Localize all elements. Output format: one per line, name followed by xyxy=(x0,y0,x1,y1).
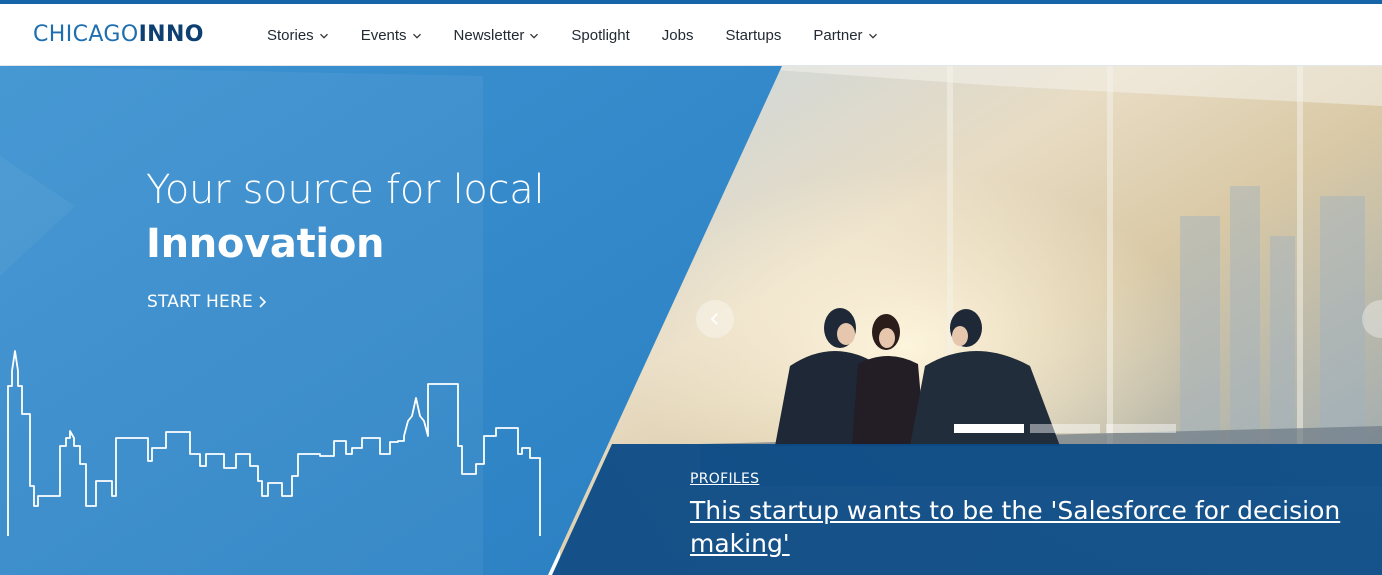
logo-text-chicago: CHICAGO xyxy=(33,22,139,47)
nav-item-startups[interactable]: Startups xyxy=(709,4,797,66)
nav-item-label: Events xyxy=(360,26,407,44)
chevron-down-icon xyxy=(530,33,539,39)
chevron-down-icon xyxy=(319,33,328,39)
site-logo[interactable]: CHICAGOINNO xyxy=(33,23,204,47)
nav-item-partner[interactable]: Partner xyxy=(797,4,893,66)
story-title-link[interactable]: This startup wants to be the 'Salesforce… xyxy=(690,494,1360,560)
carousel-dot-1[interactable] xyxy=(954,424,1024,433)
nav-item-label: Stories xyxy=(267,26,314,44)
carousel-dot-3[interactable] xyxy=(1106,424,1176,433)
hero-carousel: Your source for local Innovation START H… xyxy=(0,66,1382,575)
carousel-indicators xyxy=(954,424,1176,433)
carousel-dot-2[interactable] xyxy=(1030,424,1100,433)
chevron-left-icon xyxy=(710,313,718,325)
nav-item-spotlight[interactable]: Spotlight xyxy=(555,4,645,66)
chicago-skyline-outline xyxy=(7,350,541,536)
nav-item-label: Partner xyxy=(813,26,863,44)
nav-item-newsletter[interactable]: Newsletter xyxy=(438,4,556,66)
chevron-right-icon xyxy=(259,296,267,308)
nav-item-label: Newsletter xyxy=(453,26,525,44)
site-header: CHICAGOINNO Stories Events Newsletter Sp… xyxy=(0,4,1382,66)
chevron-down-icon xyxy=(868,33,877,39)
hero-headline-line2: Innovation xyxy=(146,221,385,267)
story-category-link[interactable]: PROFILES xyxy=(690,470,759,488)
start-here-link[interactable]: START HERE xyxy=(147,292,267,312)
featured-story: PROFILES This startup wants to be the 'S… xyxy=(690,470,1370,560)
nav-item-stories[interactable]: Stories xyxy=(251,4,345,66)
hero-headline-line1: Your source for local xyxy=(146,167,545,213)
start-here-label: START HERE xyxy=(147,292,253,312)
main-nav: Stories Events Newsletter Spotlight Jobs… xyxy=(251,4,894,66)
hero-headline: Your source for local Innovation xyxy=(146,163,545,271)
nav-item-label: Startups xyxy=(725,26,782,44)
logo-text-inno: INNO xyxy=(138,22,204,47)
nav-item-label: Spotlight xyxy=(571,26,630,44)
nav-item-label: Jobs xyxy=(661,26,694,44)
nav-item-jobs[interactable]: Jobs xyxy=(646,4,710,66)
nav-item-events[interactable]: Events xyxy=(345,4,438,66)
carousel-prev-button[interactable] xyxy=(696,300,734,338)
chevron-down-icon xyxy=(412,33,421,39)
